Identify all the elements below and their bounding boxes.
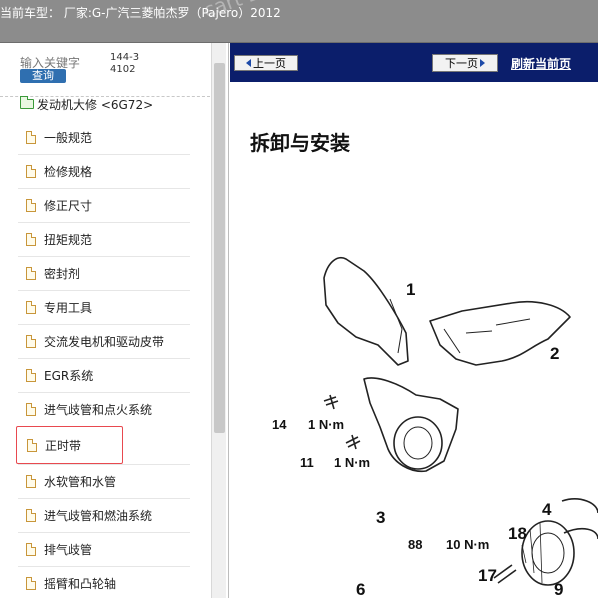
callout-number: 11 [300, 455, 314, 470]
content-panel: 上一页 下一页 刷新当前页 拆卸与安装 1 2 3 4 18 17 6 9 14… [230, 43, 598, 598]
callout-number: 3 [376, 508, 385, 527]
prev-page-button[interactable]: 上一页 [234, 55, 298, 71]
tree-item-label: EGR系统 [44, 369, 94, 383]
tree-item-label: 进气歧管和点火系统 [44, 403, 153, 417]
next-page-button[interactable]: 下一页 [432, 54, 498, 72]
torque-label: 1 N·m [334, 455, 370, 470]
document-icon [26, 301, 36, 314]
document-icon [26, 543, 36, 556]
tree-list: 一般规范 检修规格 修正尺寸 扭矩规范 密封剂 专用工具 交流发电机和驱动皮带 … [16, 120, 190, 600]
tree-item[interactable]: 水软管和水管 [18, 464, 190, 498]
document-icon [26, 130, 36, 144]
tree-item-label: 水软管和水管 [44, 475, 117, 489]
callout-number: 9 [554, 580, 563, 598]
search-button[interactable]: 查询 [20, 69, 66, 83]
scrollbar-thumb[interactable] [214, 63, 225, 433]
callout-number: 1 [406, 280, 415, 299]
tree-item-label: 摇臂和凸轮轴 [44, 577, 117, 591]
arrow-right-icon [480, 59, 485, 67]
document-icon [26, 199, 36, 212]
tree-item[interactable]: 修正尺寸 [18, 188, 190, 222]
tree-item[interactable]: 排气歧管 [18, 532, 190, 566]
timing-belt-diagram: 1 2 3 4 18 17 6 9 14 11 88 1 N·m 1 N·m 1… [272, 257, 598, 598]
callout-number: 14 [272, 417, 287, 432]
tree-item-label: 密封剂 [44, 267, 81, 281]
tree-item-label: 交流发电机和驱动皮带 [44, 335, 165, 349]
page-toolbar: 上一页 下一页 刷新当前页 [230, 43, 598, 82]
left-panel: 输入关键字 查询 144-34102 发动机大修 <6G72> 一般规范 检修规… [0, 43, 229, 598]
tree-item-selected[interactable]: 正时带 [16, 426, 123, 464]
bolt-17 [493, 564, 517, 584]
refresh-page-link[interactable]: 刷新当前页 [511, 55, 571, 72]
bolt-14 [323, 394, 339, 410]
callout-number: 2 [550, 344, 559, 363]
callout-number: 88 [408, 537, 422, 552]
tree-item[interactable]: EGR系统 [18, 358, 190, 392]
callout-number: 18 [508, 524, 527, 543]
document-icon [26, 165, 36, 178]
tree-root-label: 发动机大修 <6G72> [37, 97, 154, 112]
bolt-11 [345, 434, 361, 450]
tree-scrollbar[interactable] [211, 43, 226, 598]
tree-item-label: 专用工具 [44, 301, 93, 315]
crank-seal-opening [393, 416, 443, 470]
search-input[interactable]: 144-34102 [110, 52, 142, 76]
tree-item-label: 扭矩规范 [44, 233, 93, 247]
arrow-left-icon [246, 59, 251, 67]
tree-item[interactable]: 检修规格 [18, 154, 190, 188]
callout-number: 4 [542, 500, 552, 519]
tree-item-label: 正时带 [45, 438, 82, 453]
tree-item[interactable]: 扭矩规范 [18, 222, 190, 256]
document-icon [26, 267, 36, 280]
callout-number: 6 [356, 580, 365, 598]
tree-item[interactable]: 摇臂和凸轮轴 [18, 566, 190, 600]
next-page-label: 下一页 [445, 57, 478, 70]
tree-item[interactable]: 进气歧管和燃油系统 [18, 498, 190, 532]
folder-open-icon [20, 96, 34, 109]
document-icon [26, 577, 36, 590]
prev-page-label: 上一页 [253, 57, 286, 70]
tree-item[interactable]: 密封剂 [18, 256, 190, 290]
tree-item-label: 检修规格 [44, 165, 93, 179]
document-icon [26, 233, 36, 246]
upper-cover-part-2 [429, 300, 571, 366]
window-title-bar: 当前车型： 厂家:G-广汽三菱帕杰罗（Pajero）2012 cart 2015… [0, 0, 598, 43]
document-icon [26, 509, 36, 522]
torque-label: 10 N·m [446, 537, 489, 552]
tree-item-label: 一般规范 [44, 130, 93, 145]
tree-root-engine-overhaul[interactable]: 发动机大修 <6G72> [20, 96, 153, 112]
tree-item[interactable]: 专用工具 [18, 290, 190, 324]
callout-number: 17 [478, 566, 497, 585]
tree-item-label: 排气歧管 [44, 543, 93, 557]
tree-item-label: 进气歧管和燃油系统 [44, 509, 153, 523]
document-icon [27, 438, 37, 452]
tree-item-label: 修正尺寸 [44, 199, 93, 213]
tree-item[interactable]: 交流发电机和驱动皮带 [18, 324, 190, 358]
document-icon [26, 335, 36, 348]
document-icon [26, 475, 36, 488]
tree-item[interactable]: 一般规范 [18, 120, 190, 154]
page-heading: 拆卸与安装 [250, 131, 350, 155]
document-icon [26, 403, 36, 416]
tree-item[interactable]: 进气歧管和点火系统 [18, 392, 190, 426]
torque-label: 1 N·m [308, 417, 344, 432]
document-icon [26, 369, 36, 382]
